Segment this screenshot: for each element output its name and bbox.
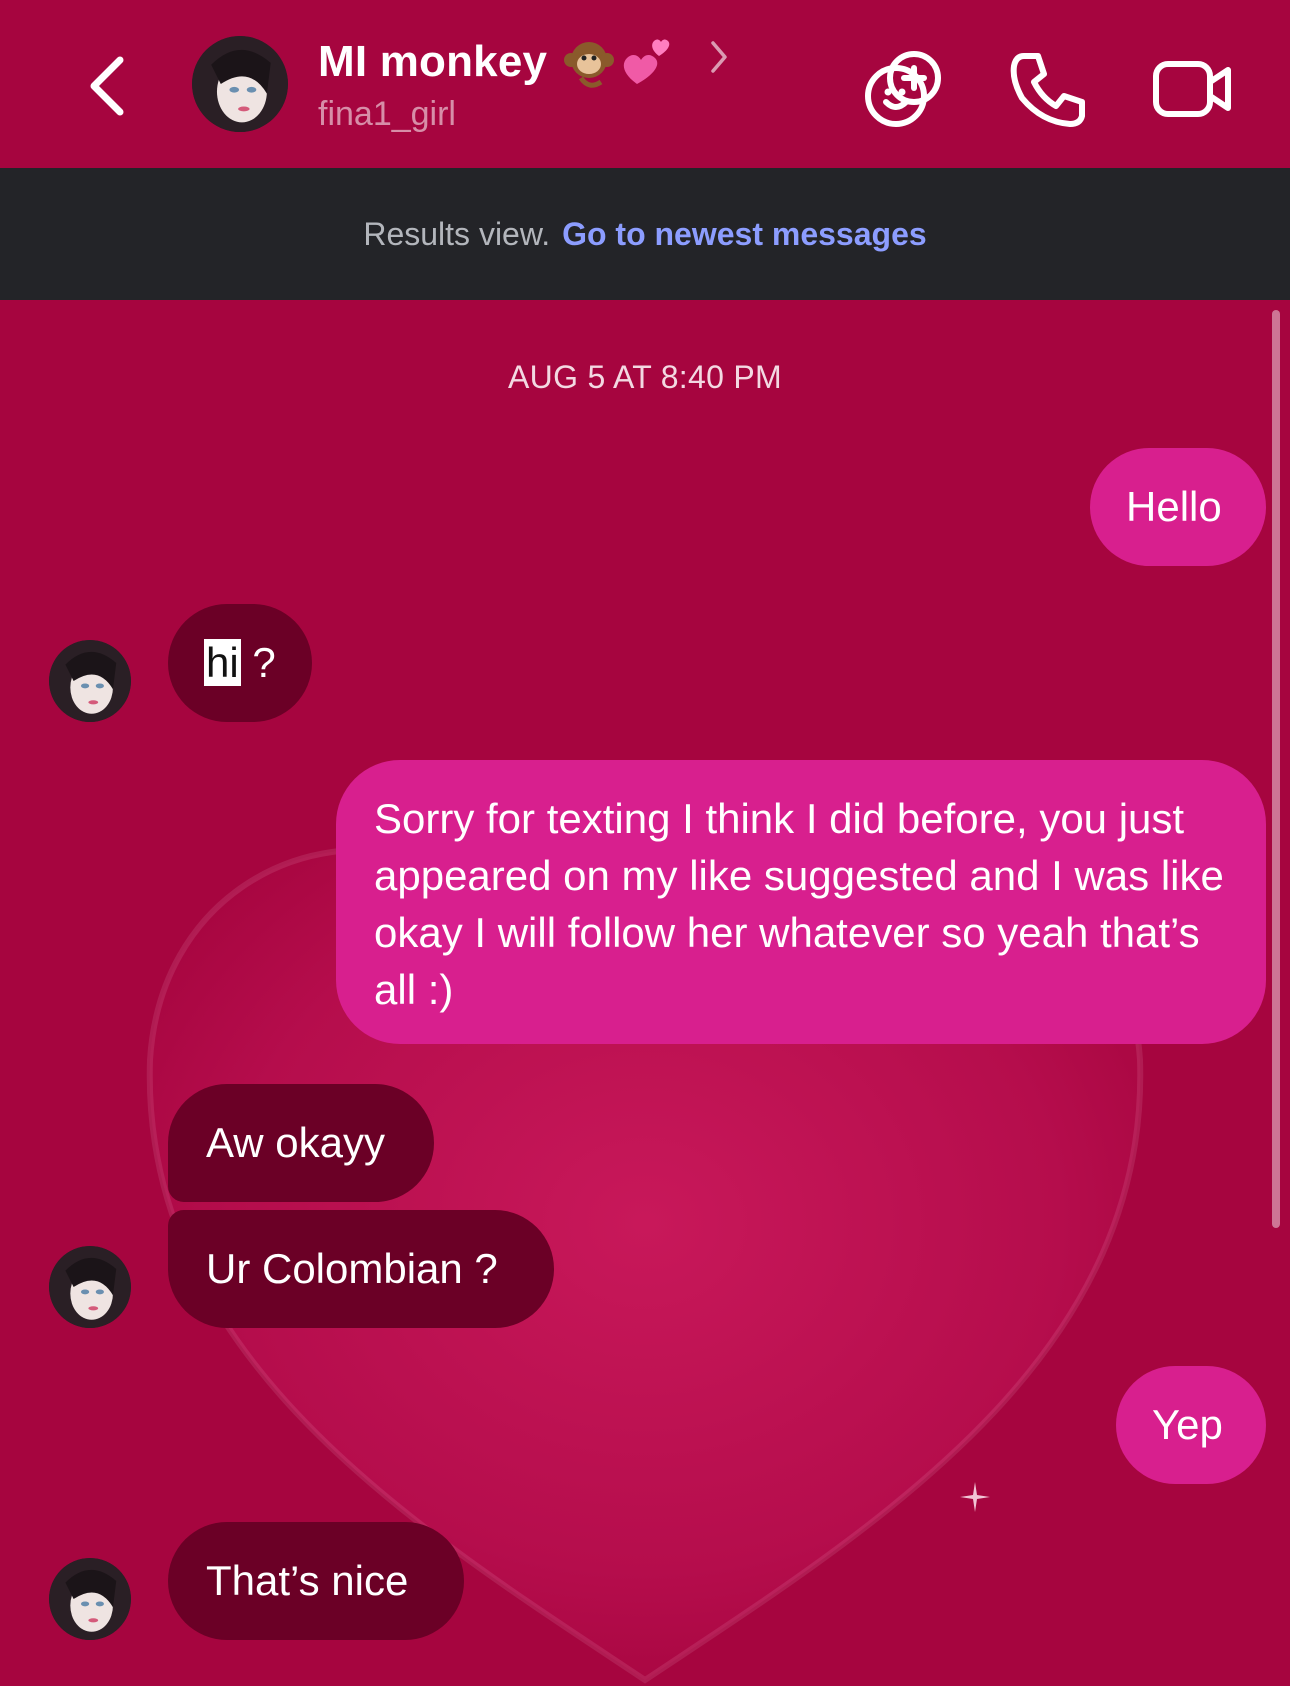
message-text: Ur Colombian ? xyxy=(206,1245,498,1292)
results-view-banner: Results view. Go to newest messages xyxy=(0,168,1290,300)
contact-username: fina1_girl xyxy=(318,95,456,133)
message-incoming[interactable]: That’s nice xyxy=(168,1522,464,1640)
sender-avatar[interactable] xyxy=(49,1558,131,1640)
contact-name[interactable]: MI monkey xyxy=(318,34,547,90)
message-text: Sorry for texting I think I did before, … xyxy=(374,795,1224,1013)
go-to-newest-link[interactable]: Go to newest messages xyxy=(562,214,927,254)
chat-header: MI monkey fina1_girl xyxy=(0,0,1290,168)
message-text: Hello xyxy=(1126,483,1222,530)
chevron-right-icon[interactable] xyxy=(707,37,731,77)
scrollbar[interactable] xyxy=(1272,310,1280,1228)
monkey-emoji xyxy=(564,42,615,88)
sparkle-icon xyxy=(960,1482,990,1512)
message-outgoing[interactable]: Hello xyxy=(1090,448,1266,566)
message-incoming[interactable]: Ur Colombian ? xyxy=(168,1210,554,1328)
sender-avatar[interactable] xyxy=(49,1246,131,1328)
games-icon[interactable] xyxy=(858,44,948,134)
banner-text: Results view. xyxy=(363,216,551,252)
chat-timestamp: AUG 5 AT 8:40 PM xyxy=(508,359,782,395)
message-text: That’s nice xyxy=(206,1557,409,1604)
contact-info[interactable]: MI monkey fina1_girl xyxy=(318,34,731,136)
phone-icon[interactable] xyxy=(1004,44,1094,134)
sender-avatar[interactable] xyxy=(49,640,131,722)
message-text: ? xyxy=(240,639,276,686)
search-highlight: hi xyxy=(204,639,241,686)
message-incoming[interactable]: hi ? xyxy=(168,604,312,722)
message-incoming[interactable]: Aw okayy xyxy=(168,1084,434,1202)
message-text: Yep xyxy=(1152,1401,1223,1448)
two-hearts-emoji xyxy=(624,39,670,84)
title-emojis xyxy=(561,34,675,90)
video-camera-icon[interactable] xyxy=(1148,44,1238,134)
message-outgoing[interactable]: Sorry for texting I think I did before, … xyxy=(336,760,1266,1044)
message-text: Aw okayy xyxy=(206,1119,385,1166)
message-outgoing[interactable]: Yep xyxy=(1116,1366,1266,1484)
contact-avatar[interactable] xyxy=(192,36,288,132)
back-arrow-icon[interactable] xyxy=(78,46,138,126)
